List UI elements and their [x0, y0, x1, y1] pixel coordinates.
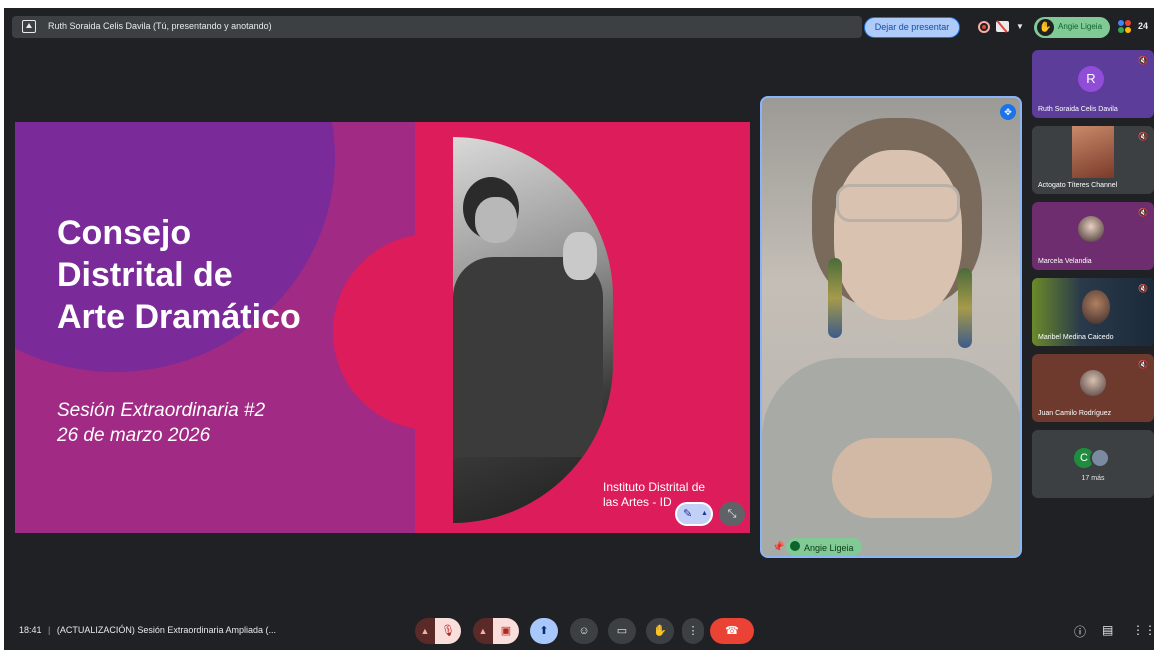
mic-off-icon: 🔇: [1138, 132, 1148, 141]
meeting-title: (ACTUALIZACIÓN) Sesión Extraordinaria Am…: [56, 625, 276, 635]
mic-off-button[interactable]: 🎙: [435, 618, 461, 644]
participant-tile[interactable]: 🔇 Juan Camilo Rodríguez: [1032, 354, 1154, 422]
participant-name: Maribel Medina Caicedo: [1038, 334, 1114, 341]
participant-video: [1072, 126, 1114, 178]
pin-icon[interactable]: 📌: [772, 542, 784, 553]
more-options-button[interactable]: ⋮: [682, 618, 704, 644]
raise-hand-icon: ✋: [1037, 19, 1054, 36]
emoji-button[interactable]: ☺: [570, 618, 598, 644]
stop-presenting-button[interactable]: Dejar de presentar: [864, 17, 960, 38]
chevron-up-icon: ▲: [701, 510, 708, 517]
chevron-down-icon[interactable]: ▼: [1016, 22, 1024, 31]
pinned-video-tile[interactable]: ✥ 📌 Angie Ligeia: [760, 96, 1022, 558]
participant-tile[interactable]: 🔇 Maribel Medina Caicedo: [1032, 278, 1154, 346]
emoji-icon: ☺: [578, 625, 590, 637]
end-call-icon: ☎: [725, 625, 739, 637]
pinned-name: Angie Ligeia: [804, 543, 854, 553]
slide-subtitle: Sesión Extraordinaria #2 26 de marzo 202…: [57, 400, 266, 446]
mic-off-icon: 🔇: [1138, 284, 1148, 293]
more-participants-label: 17 más: [1081, 475, 1105, 482]
people-icon[interactable]: [1118, 20, 1132, 34]
mic-off-icon: 🎙: [441, 625, 455, 637]
present-icon: ⬆: [539, 625, 549, 637]
raised-hand-name: Angie Ligeia: [1058, 22, 1103, 31]
raised-hand-badge[interactable]: ✋ Angie Ligeia: [1034, 17, 1110, 38]
participant-name: Juan Camilo Rodríguez: [1038, 410, 1112, 417]
participant-name: Actogato Títeres Channel: [1038, 182, 1118, 189]
pinned-name-badge: Angie Ligeia: [786, 538, 862, 556]
end-call-button[interactable]: ☎: [710, 618, 754, 644]
participant-count: 24: [1138, 21, 1149, 31]
avatar: [1080, 370, 1106, 396]
captions-button[interactable]: ▭: [608, 618, 636, 644]
camera-off-button[interactable]: ▣: [493, 618, 519, 644]
more-vert-icon: ⋮: [687, 625, 699, 637]
camera-off-icon[interactable]: [996, 21, 1009, 32]
participant-name: Ruth Soraida Celis Davila: [1038, 106, 1118, 113]
slide-title: Consejo Distrital de Arte Dramático: [57, 214, 301, 336]
present-button[interactable]: ⬆: [530, 618, 558, 644]
separator: |: [48, 625, 51, 635]
participant-tile[interactable]: 🔇 Actogato Títeres Channel: [1032, 126, 1154, 194]
meeting-info: 18:41 | (ACTUALIZACIÓN) Sesión Extraordi…: [19, 625, 276, 635]
participant-tile[interactable]: 🔇 R Ruth Soraida Celis Davila: [1032, 50, 1154, 118]
top-bar: Ruth Soraida Celis Davila (Tú, presentan…: [12, 16, 1152, 38]
mic-off-icon: 🔇: [1138, 360, 1148, 369]
clock-time: 18:41: [19, 625, 42, 635]
slide-photo: [453, 137, 613, 523]
presenting-text: Ruth Soraida Celis Davila (Tú, presentan…: [48, 21, 272, 31]
chat-icon[interactable]: ▤: [1102, 623, 1113, 637]
annotation-toggle[interactable]: ✎ ▲: [675, 502, 713, 526]
move-icon[interactable]: ✥: [1000, 104, 1016, 120]
mic-options-button[interactable]: ▲: [415, 618, 435, 644]
avatar: [1078, 216, 1104, 242]
camera-options-button[interactable]: ▲: [473, 618, 493, 644]
info-icon[interactable]: ⓘ: [1074, 623, 1086, 640]
hand-raised-dot-icon: [790, 540, 800, 551]
participant-name: Marcela Velandia: [1038, 258, 1092, 265]
mic-off-icon: 🔇: [1138, 208, 1148, 217]
more-participants-tile[interactable]: C 17 más: [1032, 430, 1154, 498]
minimize-icon[interactable]: ⤡: [719, 502, 745, 526]
avatar: R: [1078, 66, 1104, 92]
meet-window: Ruth Soraida Celis Davila (Tú, presentan…: [4, 8, 1154, 650]
raise-hand-icon: ✋: [653, 625, 667, 637]
apps-icon[interactable]: ⋮⋮: [1132, 623, 1154, 637]
mic-off-icon: 🔇: [1138, 56, 1148, 65]
camera-off-icon: ▣: [500, 625, 512, 637]
avatar: [1090, 448, 1110, 468]
pen-icon: ✎: [683, 508, 693, 520]
raise-hand-button[interactable]: ✋: [646, 618, 674, 644]
present-icon: [22, 20, 36, 33]
presentation-slide: Consejo Distrital de Arte Dramático Sesi…: [15, 122, 750, 533]
captions-icon: ▭: [616, 625, 628, 637]
participant-tile[interactable]: 🔇 Marcela Velandia: [1032, 202, 1154, 270]
recording-icon[interactable]: [978, 21, 990, 33]
presenting-banner: Ruth Soraida Celis Davila (Tú, presentan…: [12, 16, 862, 38]
